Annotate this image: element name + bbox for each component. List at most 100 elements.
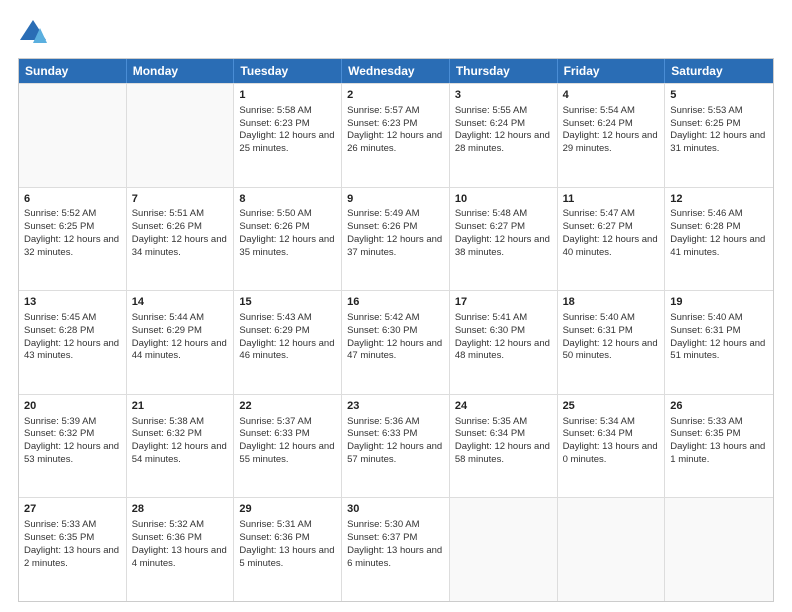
calendar-cell-info: Sunset: 6:37 PM [347,532,444,545]
calendar-cell-info: Sunset: 6:27 PM [563,221,660,234]
calendar-cell: 25 Sunrise: 5:34 AMSunset: 6:34 PMDayligh… [558,395,666,498]
calendar-cell-info: Sunrise: 5:55 AM [455,105,552,118]
calendar-day-number: 29 [239,502,336,517]
calendar-cell: 21Sunrise: 5:38 AMSunset: 6:32 PMDayligh… [127,395,235,498]
calendar-cell-info: Daylight: 12 hours and 37 minutes. [347,234,444,260]
calendar-cell: 19Sunrise: 5:40 AMSunset: 6:31 PMDayligh… [665,291,773,394]
calendar-cell: 14Sunrise: 5:44 AMSunset: 6:29 PMDayligh… [127,291,235,394]
calendar-cell-info: Daylight: 12 hours and 43 minutes. [24,338,121,364]
calendar-cell: 22Sunrise: 5:37 AMSunset: 6:33 PMDayligh… [234,395,342,498]
calendar-cell-info: Daylight: 12 hours and 54 minutes. [132,441,229,467]
calendar: SundayMondayTuesdayWednesdayThursdayFrid… [18,58,774,602]
calendar-day-number: 11 [563,192,660,207]
calendar-day-number: 3 [455,88,552,103]
calendar-day-number: 6 [24,192,121,207]
calendar-cell-info: Sunrise: 5:40 AM [563,312,660,325]
calendar-cell-info: Daylight: 13 hours and 0 minutes. [563,441,660,467]
calendar-cell: 8Sunrise: 5:50 AMSunset: 6:26 PMDaylight… [234,188,342,291]
calendar-cell: 3 Sunrise: 5:55 AMSunset: 6:24 PMDaylight… [450,84,558,187]
calendar-cell: 2Sunrise: 5:57 AMSunset: 6:23 PMDaylight… [342,84,450,187]
calendar-cell-info: Sunrise: 5:39 AM [24,416,121,429]
calendar-cell-info: Daylight: 13 hours and 2 minutes. [24,545,121,571]
calendar-cell-empty [127,84,235,187]
calendar-cell: 18Sunrise: 5:40 AMSunset: 6:31 PMDayligh… [558,291,666,394]
calendar-cell: 30Sunrise: 5:30 AMSunset: 6:37 PMDayligh… [342,498,450,601]
calendar-cell-info: Sunset: 6:32 PM [24,428,121,441]
calendar-cell: 28Sunrise: 5:32 AMSunset: 6:36 PMDayligh… [127,498,235,601]
calendar-day-number: 5 [670,88,768,103]
calendar-day-number: 15 [239,295,336,310]
calendar-cell: 17 Sunrise: 5:41 AMSunset: 6:30 PMDayligh… [450,291,558,394]
calendar-cell-info: Daylight: 12 hours and 28 minutes. [455,130,552,156]
calendar-day-number: 17 [455,295,552,310]
calendar-cell: 7Sunrise: 5:51 AMSunset: 6:26 PMDaylight… [127,188,235,291]
calendar-cell-info: Sunrise: 5:31 AM [239,519,336,532]
calendar-day-number: 8 [239,192,336,207]
calendar-cell-info: Daylight: 12 hours and 46 minutes. [239,338,336,364]
calendar-cell-info: Daylight: 13 hours and 4 minutes. [132,545,229,571]
calendar-day-number: 2 [347,88,444,103]
calendar-cell: 12Sunrise: 5:46 AMSunset: 6:28 PMDayligh… [665,188,773,291]
calendar-cell-info: Sunset: 6:36 PM [132,532,229,545]
logo-icon [18,18,48,48]
calendar-cell-info: Sunset: 6:25 PM [24,221,121,234]
calendar-cell-info: Sunset: 6:31 PM [670,325,768,338]
calendar-cell-info: Daylight: 13 hours and 1 minute. [670,441,768,467]
calendar-cell-empty [665,498,773,601]
calendar-cell: 26Sunrise: 5:33 AMSunset: 6:35 PMDayligh… [665,395,773,498]
calendar-cell-info: Sunset: 6:33 PM [239,428,336,441]
calendar-cell-info: Sunset: 6:24 PM [455,118,552,131]
calendar-cell: 4Sunrise: 5:54 AMSunset: 6:24 PMDaylight… [558,84,666,187]
calendar-cell-empty [558,498,666,601]
calendar-cell-info: Daylight: 12 hours and 57 minutes. [347,441,444,467]
calendar-cell-info: Sunset: 6:30 PM [455,325,552,338]
calendar-cell-info: Daylight: 12 hours and 48 minutes. [455,338,552,364]
calendar-cell: 27Sunrise: 5:33 AMSunset: 6:35 PMDayligh… [19,498,127,601]
logo [18,18,52,48]
calendar-cell-info: Sunset: 6:26 PM [239,221,336,234]
calendar-cell-info: Sunrise: 5:33 AM [670,416,768,429]
calendar-cell-info: Sunrise: 5:53 AM [670,105,768,118]
calendar-cell-info: Daylight: 12 hours and 35 minutes. [239,234,336,260]
calendar-day-number: 12 [670,192,768,207]
calendar-cell-info: Sunset: 6:29 PM [132,325,229,338]
calendar-cell-info: Sunset: 6:27 PM [455,221,552,234]
calendar-cell-info: Sunrise: 5:43 AM [239,312,336,325]
calendar-day-number: 23 [347,399,444,414]
calendar-day-number: 18 [563,295,660,310]
header [18,18,774,48]
calendar-cell: 1Sunrise: 5:58 AMSunset: 6:23 PMDaylight… [234,84,342,187]
calendar-cell-info: Daylight: 12 hours and 29 minutes. [563,130,660,156]
calendar-cell-info: Daylight: 12 hours and 58 minutes. [455,441,552,467]
calendar-cell-info: Sunrise: 5:34 AM [563,416,660,429]
calendar-cell-info: Sunset: 6:29 PM [239,325,336,338]
calendar-cell: 24Sunrise: 5:35 AMSunset: 6:34 PMDayligh… [450,395,558,498]
calendar-cell-info: Sunset: 6:36 PM [239,532,336,545]
calendar-cell-info: Sunrise: 5:47 AM [563,208,660,221]
calendar-cell-info: Sunrise: 5:46 AM [670,208,768,221]
calendar-cell-info: Sunrise: 5:41 AM [455,312,552,325]
calendar-cell: 6Sunrise: 5:52 AMSunset: 6:25 PMDaylight… [19,188,127,291]
calendar-day-number: 9 [347,192,444,207]
calendar-cell-info: Sunrise: 5:44 AM [132,312,229,325]
calendar-cell-info: Sunset: 6:23 PM [347,118,444,131]
calendar-cell-info: Daylight: 13 hours and 6 minutes. [347,545,444,571]
calendar-day-number: 20 [24,399,121,414]
calendar-week: 6Sunrise: 5:52 AMSunset: 6:25 PM Daylight… [19,187,773,291]
calendar-day-number: 25 [563,399,660,414]
calendar-cell-info: Daylight: 12 hours and 34 minutes. [132,234,229,260]
calendar-cell-info: Sunset: 6:34 PM [563,428,660,441]
calendar-day-number: 24 [455,399,552,414]
calendar-header-cell: Tuesday [234,59,342,83]
calendar-cell-info: Daylight: 12 hours and 26 minutes. [347,130,444,156]
calendar-day-number: 21 [132,399,229,414]
calendar-cell-info: Sunset: 6:23 PM [239,118,336,131]
calendar-cell: 10Sunrise: 5:48 AMSunset: 6:27 PMDayligh… [450,188,558,291]
calendar-cell-info: Sunrise: 5:40 AM [670,312,768,325]
calendar-cell-empty [19,84,127,187]
calendar-cell: 5Sunrise: 5:53 AMSunset: 6:25 PMDaylight… [665,84,773,187]
calendar-cell-info: Sunset: 6:28 PM [24,325,121,338]
calendar-header-cell: Thursday [450,59,558,83]
calendar-header-cell: Friday [558,59,666,83]
calendar-cell-info: Sunrise: 5:52 AM [24,208,121,221]
